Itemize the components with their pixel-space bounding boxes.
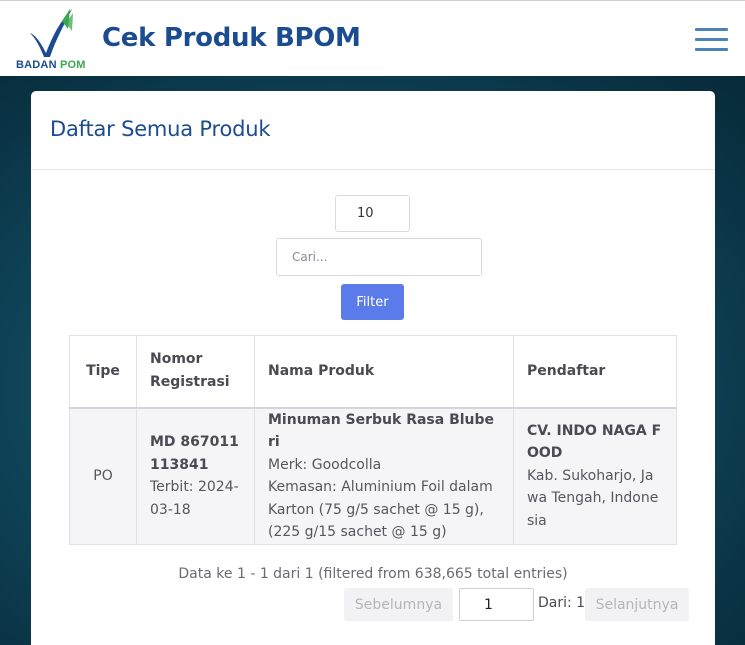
next-page-button[interactable]: Selanjutnya: [585, 588, 689, 621]
cell-nomor: MD 867011113841 Terbit: 2024-03-18: [136, 407, 255, 545]
cell-nama: Minuman Serbuk Rasa Bluberi Merk: Goodco…: [254, 407, 514, 545]
product-name: Minuman Serbuk Rasa Bluberi: [268, 411, 495, 451]
logo-text: BADAN POM: [16, 59, 86, 71]
total-pages-label: Dari: 1: [538, 595, 586, 611]
pagination-info: Data ke 1 - 1 dari 1 (filtered from 638,…: [178, 566, 568, 582]
page-size-select[interactable]: 10: [335, 195, 410, 232]
hamburger-icon[interactable]: [695, 27, 729, 53]
issue-date: Terbit: 2024-03-18: [150, 479, 239, 518]
site-title[interactable]: Cek Produk BPOM: [102, 23, 361, 53]
product-table: Tipe Nomor Registrasi Nama Produk Pendaf…: [69, 335, 677, 545]
column-header-nomor-line2: Registrasi: [150, 374, 230, 391]
navbar: BADAN POM Cek Produk BPOM: [0, 0, 745, 76]
filter-button[interactable]: Filter: [341, 284, 404, 320]
product-brand: Merk: Goodcolla: [268, 456, 382, 473]
column-header-pendaftar[interactable]: Pendaftar: [513, 335, 677, 409]
page-number-input[interactable]: [459, 588, 534, 621]
registrant-name: CV. INDO NAGA FOOD: [527, 422, 662, 462]
card-title: Daftar Semua Produk: [50, 117, 271, 141]
column-header-tipe[interactable]: Tipe: [69, 335, 137, 409]
table-row: PO MD 867011113841 Terbit: 2024-03-18 Mi…: [69, 407, 677, 545]
product-packaging: Kemasan: Aluminium Foil dalam Karton (75…: [268, 479, 493, 540]
logo-text-badan: BADAN: [16, 59, 57, 71]
column-header-nomor-line1: Nomor: [150, 351, 203, 368]
previous-page-button[interactable]: Sebelumnya: [344, 588, 453, 621]
product-list-card: Daftar Semua Produk 10 Filter Tipe Nomor…: [31, 91, 715, 645]
column-header-nomor[interactable]: Nomor Registrasi: [136, 335, 255, 409]
cell-tipe: PO: [69, 407, 137, 545]
column-header-nama[interactable]: Nama Produk: [254, 335, 514, 409]
bpom-logo[interactable]: BADAN POM: [14, 7, 88, 73]
cell-pendaftar: CV. INDO NAGA FOOD Kab. Sukoharjo, Jawa …: [513, 407, 677, 545]
card-header: Daftar Semua Produk: [31, 91, 715, 170]
registration-number: MD 867011113841: [150, 434, 239, 473]
table-header-row: Tipe Nomor Registrasi Nama Produk Pendaf…: [69, 335, 677, 409]
registrant-address: Kab. Sukoharjo, Jawa Tengah, Indonesia: [527, 467, 659, 529]
search-input[interactable]: [276, 238, 482, 276]
bpom-check-icon: [30, 9, 73, 57]
logo-text-pom: POM: [60, 59, 86, 71]
